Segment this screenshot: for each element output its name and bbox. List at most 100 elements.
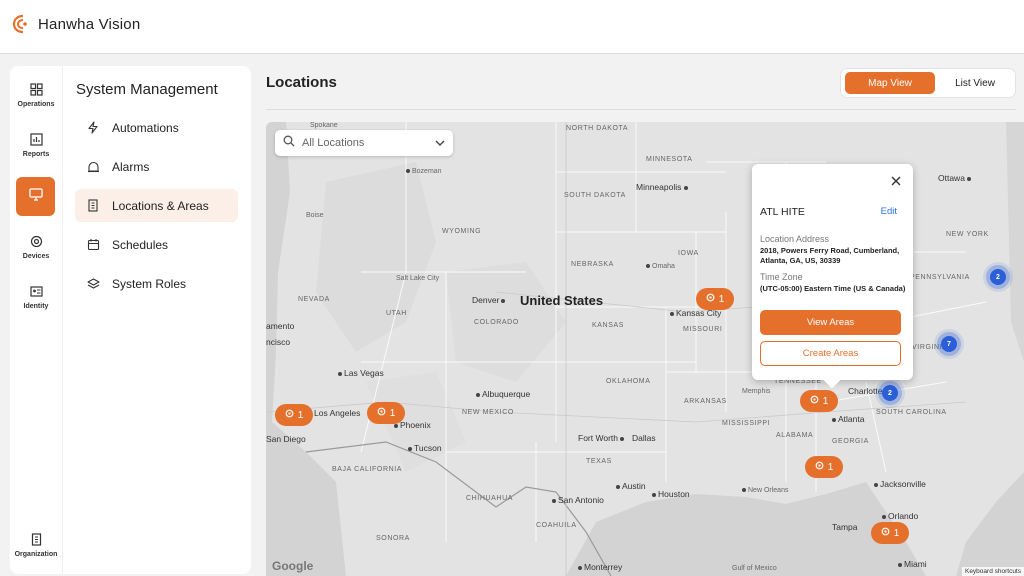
- keyboard-shortcuts-link[interactable]: Keyboard shortcuts: [961, 567, 1024, 576]
- map-label-sacramento-partial: amento: [266, 321, 295, 331]
- rail-item-operations[interactable]: Operations: [10, 82, 62, 108]
- map-label-new-orleans: New Orleans: [742, 487, 788, 494]
- map-label-fort-worth: Fort Worth: [578, 433, 626, 443]
- location-name: ATL HITE: [760, 206, 805, 218]
- locations-map[interactable]: NORTH DAKOTA MINNESOTA SOUTH DAKOTA WYOM…: [266, 122, 1024, 576]
- map-label-san-diego: San Diego: [266, 434, 306, 444]
- rail-label: Identity: [23, 303, 49, 310]
- device-cluster[interactable]: 2: [882, 385, 898, 401]
- pin-count: 1: [827, 461, 834, 473]
- search-icon: [283, 134, 295, 152]
- rail-item-devices[interactable]: Devices: [10, 234, 62, 260]
- map-label-chihuahua: CHIHUAHUA: [466, 495, 514, 502]
- map-label-nevada: NEVADA: [298, 296, 330, 303]
- timezone-value: (UTC-05:00) Eastern Time (US & Canada): [760, 284, 906, 293]
- rail-label: Devices: [22, 253, 50, 260]
- view-areas-button[interactable]: View Areas: [760, 310, 901, 335]
- brand-name: Hanwha Vision: [38, 15, 141, 33]
- location-pin[interactable]: 1: [805, 456, 843, 478]
- location-pin-icon: [377, 407, 386, 420]
- location-pin-selected[interactable]: 1: [800, 390, 838, 412]
- map-label-boise: Boise: [306, 212, 324, 219]
- chevron-down-icon: [435, 134, 445, 152]
- map-label-charlotte: Charlotte: [848, 386, 883, 396]
- map-label-alabama: ALABAMA: [776, 432, 814, 439]
- brand-logo[interactable]: Hanwha Vision: [12, 14, 140, 34]
- map-label-north-dakota: NORTH DAKOTA: [566, 125, 629, 132]
- map-label-kansas: KANSAS: [592, 322, 624, 329]
- rail-item-organization[interactable]: Organization: [10, 532, 62, 558]
- map-label-omaha: Omaha: [646, 263, 675, 270]
- map-label-atlanta: Atlanta: [832, 414, 864, 424]
- top-bar: Hanwha Vision: [0, 0, 1024, 54]
- timezone-label: Time Zone: [760, 272, 803, 282]
- menu-item-schedules[interactable]: Schedules: [75, 228, 238, 261]
- location-pin[interactable]: 1: [696, 288, 734, 310]
- map-label-san-francisco-partial: ncisco: [266, 337, 291, 347]
- rail-item-identity[interactable]: Identity: [10, 284, 62, 310]
- create-areas-button[interactable]: Create Areas: [760, 341, 901, 366]
- rail-label: Organization: [14, 551, 58, 558]
- map-label-denver: Denver: [472, 295, 507, 305]
- location-search-select[interactable]: All Locations: [275, 130, 453, 156]
- rail-item-system-management[interactable]: [16, 177, 55, 216]
- map-label-los-angeles: Los Angeles: [314, 408, 361, 418]
- device-cluster[interactable]: 2: [990, 269, 1006, 285]
- map-label-pennsylvania: PENNSYLVANIA: [910, 274, 970, 281]
- map-label-minnesota: MINNESOTA: [646, 156, 693, 163]
- page-title: Locations: [266, 74, 337, 91]
- map-label-austin: Austin: [616, 481, 646, 491]
- menu-item-system-roles[interactable]: System Roles: [75, 267, 238, 300]
- alarm-icon: [86, 160, 100, 174]
- map-view-button[interactable]: Map View: [845, 72, 935, 94]
- location-pin[interactable]: 1: [871, 522, 909, 544]
- bolt-icon: [86, 121, 100, 135]
- map-label-utah: UTAH: [386, 310, 407, 317]
- map-label-bozeman: Bozeman: [406, 168, 442, 175]
- rail-label: Operations: [17, 101, 55, 108]
- map-label-monterrey: Monterrey: [578, 562, 622, 572]
- map-label-country: United States: [520, 293, 604, 308]
- device-cluster[interactable]: 7: [941, 336, 957, 352]
- location-pin[interactable]: 1: [367, 402, 405, 424]
- list-view-button[interactable]: List View: [937, 72, 1013, 94]
- map-label-orlando: Orlando: [882, 511, 918, 521]
- google-attribution: Google: [272, 559, 314, 573]
- map-label-nebraska: NEBRASKA: [571, 261, 614, 268]
- building-icon: [29, 532, 43, 546]
- menu-title: System Management: [76, 81, 218, 98]
- icon-rail: Operations Reports Devices Identity Orga…: [10, 66, 62, 574]
- menu-item-alarms[interactable]: Alarms: [75, 150, 238, 183]
- chart-icon: [29, 132, 43, 146]
- map-label-jacksonville: Jacksonville: [874, 479, 926, 489]
- rail-item-reports[interactable]: Reports: [10, 132, 62, 158]
- map-label-south-dakota: SOUTH DAKOTA: [564, 192, 626, 199]
- header-divider: [266, 109, 1016, 110]
- search-placeholder: All Locations: [302, 137, 365, 149]
- address-label: Location Address: [760, 234, 830, 244]
- menu-item-automations[interactable]: Automations: [75, 111, 238, 144]
- monitor-icon: [28, 187, 43, 206]
- location-pin-icon: [815, 461, 824, 474]
- map-label-iowa: IOWA: [678, 250, 699, 257]
- map-label-coahuila: COAHUILA: [536, 522, 577, 529]
- close-icon[interactable]: [889, 174, 903, 188]
- map-label-wyoming: WYOMING: [442, 228, 482, 235]
- layers-icon: [86, 277, 100, 291]
- map-label-houston: Houston: [652, 489, 690, 499]
- map-label-south-carolina: SOUTH CAROLINA: [876, 409, 947, 416]
- map-label-spokane: Spokane: [310, 122, 338, 129]
- pin-count: 1: [718, 293, 725, 305]
- menu-item-label: System Roles: [112, 276, 187, 291]
- location-popup: ATL HITE Edit Location Address 2018, Pow…: [752, 164, 913, 389]
- menu-item-label: Automations: [112, 120, 179, 135]
- pin-count: 1: [893, 527, 900, 539]
- location-pin[interactable]: 1: [275, 404, 313, 426]
- map-label-colorado: COLORADO: [474, 319, 519, 326]
- map-label-gulf-of-mexico: Gulf of Mexico: [732, 565, 777, 572]
- menu-item-locations-areas[interactable]: Locations & Areas: [75, 189, 238, 222]
- map-label-mississippi: MISSISSIPPI: [722, 420, 771, 427]
- map-label-salt-lake-city: Salt Lake City: [396, 275, 440, 282]
- address-value: 2018, Powers Ferry Road, Cumberland, Atl…: [760, 246, 900, 265]
- edit-location-link[interactable]: Edit: [881, 206, 897, 217]
